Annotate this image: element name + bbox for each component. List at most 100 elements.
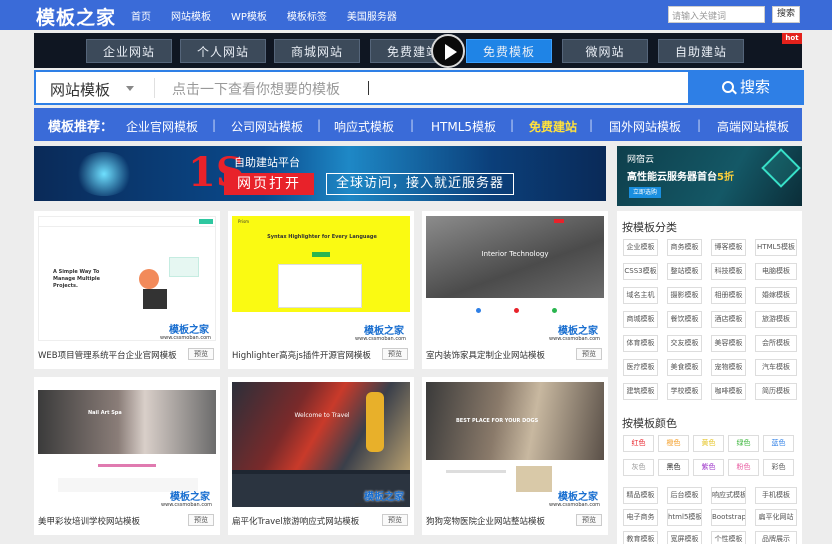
sidebar-tag[interactable]: Bootstrap — [711, 509, 746, 526]
sidebar-tag[interactable]: 婚嫁模板 — [755, 287, 797, 304]
sidebar-tag[interactable]: 餐饮模板 — [667, 311, 702, 328]
preview-button[interactable]: 预览 — [382, 514, 408, 526]
sidebar-tag[interactable]: 电脑模板 — [755, 263, 797, 280]
color-tag[interactable]: 红色 — [623, 435, 654, 452]
sidebar-tag[interactable]: 后台模板 — [667, 487, 702, 504]
sidebar-tag[interactable]: 手机模板 — [755, 487, 797, 504]
template-caption[interactable]: 美甲彩妆培训学校网站模板 — [38, 515, 140, 527]
sidebar-tag[interactable]: 科技模板 — [711, 263, 746, 280]
sidebar-tag[interactable]: 个性模板 — [711, 531, 746, 544]
sidebar-tag[interactable]: 体育模板 — [623, 335, 658, 352]
template-thumbnail[interactable]: Nail Art Spa 模板之家 www.cssmoban.com — [38, 382, 216, 507]
template-card[interactable]: BEST PLACE FOR YOUR DOGS 模板之家 www.cssmob… — [422, 377, 608, 535]
ad-banner-side[interactable]: 网宿云 高性能云服务器首台5折 立即选购 — [617, 146, 802, 206]
sidebar-tag[interactable]: 美容模板 — [711, 335, 746, 352]
search-button[interactable]: 搜索 — [688, 70, 804, 105]
ad-banner-main[interactable]: 1S 自助建站平台 网页打开 全球访问，接入就近服务器 — [34, 146, 606, 201]
side-banner-button[interactable]: 立即选购 — [629, 187, 661, 198]
sidebar-tag[interactable]: 电子商务 — [623, 509, 658, 526]
nav-item-wp-templates[interactable]: WP模板 — [231, 8, 267, 23]
recommend-link-free-build[interactable]: 免费建站 — [529, 118, 577, 135]
preview-button[interactable]: 预览 — [188, 348, 214, 360]
color-tag[interactable]: 彩色 — [763, 459, 794, 476]
sidebar-tag[interactable]: 精品模板 — [623, 487, 658, 504]
chevron-down-icon[interactable] — [126, 86, 134, 91]
sidebar-tag[interactable]: 汽车模板 — [755, 359, 797, 376]
sidebar-tag[interactable]: 宽屏模板 — [667, 531, 702, 544]
template-caption[interactable]: 狗狗宠物医院企业网站整站模板 — [426, 515, 545, 527]
template-thumbnail[interactable]: Interior Technology 模板之家 www.cssmoban.co… — [426, 216, 604, 341]
nav-item-template-tags[interactable]: 模板标签 — [287, 8, 327, 23]
play-icon[interactable] — [431, 34, 465, 68]
sidebar-tag[interactable]: 商城模板 — [623, 311, 658, 328]
template-card[interactable]: Prism Syntax Highlighter for Every Langu… — [228, 211, 414, 369]
sidebar-tag[interactable]: 扁平化网站 — [755, 509, 797, 526]
sidebar-tag[interactable]: 企业模板 — [623, 239, 658, 256]
sidebar-tag[interactable]: 简历模板 — [755, 383, 797, 400]
sidebar-tag[interactable]: 商务模板 — [667, 239, 702, 256]
color-tag[interactable]: 粉色 — [728, 459, 759, 476]
search-input[interactable]: 点击一下查看你想要的模板 — [172, 79, 340, 99]
sidebar-tag[interactable]: 品牌展示 — [755, 531, 797, 544]
template-card[interactable]: Welcome to Travel 模板之家 www.cssmoban.com … — [228, 377, 414, 535]
sidebar-tag[interactable]: 咖啡模板 — [711, 383, 746, 400]
preview-button[interactable]: 预览 — [576, 514, 602, 526]
color-tag[interactable]: 橙色 — [658, 435, 689, 452]
template-caption[interactable]: 扁平化Travel旅游响应式网站模板 — [232, 515, 359, 527]
color-tag[interactable]: 紫色 — [693, 459, 724, 476]
color-tag[interactable]: 蓝色 — [763, 435, 794, 452]
site-logo[interactable]: 模板之家 — [36, 3, 116, 30]
template-card[interactable]: Nail Art Spa 模板之家 www.cssmoban.com 美甲彩妆培… — [34, 377, 220, 535]
category-micro-site[interactable]: 微网站 — [562, 39, 648, 63]
color-tag[interactable]: 绿色 — [728, 435, 759, 452]
sidebar-tag[interactable]: 宠物模板 — [711, 359, 746, 376]
category-personal[interactable]: 个人网站 — [180, 39, 266, 63]
recommend-link-enterprise[interactable]: 企业官网模板 — [126, 118, 198, 135]
category-free-templates[interactable]: 免费模板 — [466, 39, 552, 63]
recommend-link-company[interactable]: 公司网站模板 — [231, 118, 303, 135]
color-tag[interactable]: 黑色 — [658, 459, 689, 476]
sidebar-tag[interactable]: 建筑模板 — [623, 383, 658, 400]
preview-button[interactable]: 预览 — [188, 514, 214, 526]
sidebar-tag[interactable]: CSS3模板 — [623, 263, 658, 280]
sidebar-tag[interactable]: html5模板 — [667, 509, 702, 526]
color-tag[interactable]: 黄色 — [693, 435, 724, 452]
sidebar-tag[interactable]: 域名主机 — [623, 287, 658, 304]
preview-button[interactable]: 预览 — [576, 348, 602, 360]
recommend-link-responsive[interactable]: 响应式模板 — [334, 118, 394, 135]
recommend-link-foreign[interactable]: 国外网站模板 — [609, 118, 681, 135]
sidebar-tag[interactable]: 交友模板 — [667, 335, 702, 352]
template-thumbnail[interactable]: Welcome to Travel 模板之家 www.cssmoban.com — [232, 382, 410, 507]
recommend-link-premium[interactable]: 高端网站模板 — [717, 118, 789, 135]
template-thumbnail[interactable]: Prism Syntax Highlighter for Every Langu… — [232, 216, 410, 341]
search-type-select[interactable]: 网站模板 — [50, 79, 110, 100]
sidebar-tag[interactable]: 整站模板 — [667, 263, 702, 280]
template-caption[interactable]: 室内装饰家具定制企业网站模板 — [426, 349, 545, 361]
color-tag[interactable]: 灰色 — [623, 459, 654, 476]
sidebar-tag[interactable]: 学校模板 — [667, 383, 702, 400]
sidebar-tag[interactable]: 摄影模板 — [667, 287, 702, 304]
nav-item-us-servers[interactable]: 美国服务器 — [347, 8, 397, 23]
sidebar-tag[interactable]: 美食模板 — [667, 359, 702, 376]
sidebar-tag[interactable]: 教育模板 — [623, 531, 658, 544]
nav-item-website-templates[interactable]: 网站模板 — [171, 8, 211, 23]
template-card[interactable]: Interior Technology 模板之家 www.cssmoban.co… — [422, 211, 608, 369]
template-thumbnail[interactable]: A Simple Way To Manage Multiple Projects… — [38, 216, 216, 341]
template-caption[interactable]: WEB项目管理系统平台企业官网模板 — [38, 349, 177, 361]
top-search-input[interactable]: 请输入关键词 — [668, 6, 765, 23]
top-search-button[interactable]: 搜索 — [772, 6, 800, 23]
sidebar-tag[interactable]: HTML5模板 — [755, 239, 797, 256]
category-shop[interactable]: 商城网站 — [274, 39, 360, 63]
category-enterprise[interactable]: 企业网站 — [86, 39, 172, 63]
sidebar-tag[interactable]: 旅游模板 — [755, 311, 797, 328]
template-thumbnail[interactable]: BEST PLACE FOR YOUR DOGS 模板之家 www.cssmob… — [426, 382, 604, 507]
template-caption[interactable]: Highlighter高亮js插件开源官网模板 — [232, 349, 371, 361]
category-self-build[interactable]: 自助建站 — [658, 39, 744, 63]
recommend-link-html5[interactable]: HTML5模板 — [431, 118, 496, 135]
template-card[interactable]: A Simple Way To Manage Multiple Projects… — [34, 211, 220, 369]
preview-button[interactable]: 预览 — [382, 348, 408, 360]
sidebar-tag[interactable]: 会所模板 — [755, 335, 797, 352]
sidebar-tag[interactable]: 博客模板 — [711, 239, 746, 256]
nav-item-home[interactable]: 首页 — [131, 8, 151, 23]
sidebar-tag[interactable]: 酒店模板 — [711, 311, 746, 328]
